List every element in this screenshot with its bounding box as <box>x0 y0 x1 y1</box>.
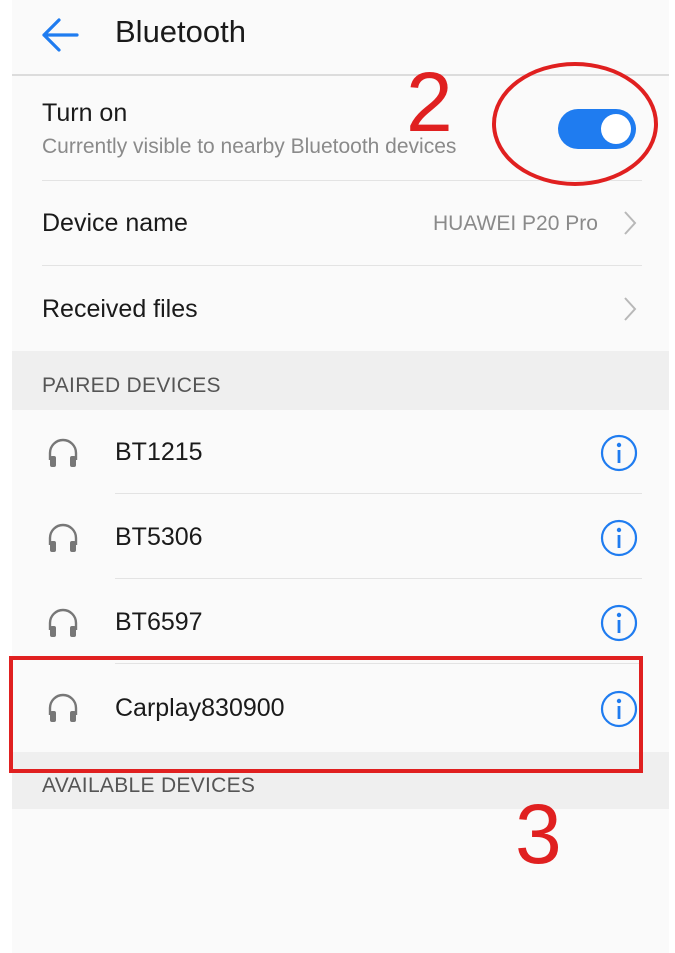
device-name-value: HUAWEI P20 Pro <box>433 212 598 235</box>
info-icon[interactable] <box>599 518 639 558</box>
arrow-left-icon[interactable] <box>40 17 80 53</box>
annotation-box <box>9 656 643 773</box>
received-files-label: Received files <box>42 295 198 323</box>
chevron-right-icon <box>624 211 637 235</box>
headset-icon <box>48 523 78 552</box>
device-name: BT1215 <box>115 438 203 466</box>
info-icon[interactable] <box>599 433 639 473</box>
device-name: BT6597 <box>115 608 203 636</box>
available-devices-label: AVAILABLE DEVICES <box>42 774 256 797</box>
paired-devices-header: PAIRED DEVICES <box>12 351 669 410</box>
info-icon[interactable] <box>599 603 639 643</box>
paired-devices-label: PAIRED DEVICES <box>42 374 221 397</box>
annotation-circle <box>492 62 658 186</box>
device-name-label: Device name <box>42 209 188 237</box>
divider <box>42 265 642 266</box>
turn-on-subtitle: Currently visible to nearby Bluetooth de… <box>42 135 457 158</box>
headset-icon <box>48 438 78 467</box>
page-title: Bluetooth <box>115 14 246 49</box>
annotation-step-2: 2 <box>406 55 453 149</box>
headset-icon <box>48 608 78 637</box>
divider <box>115 493 642 494</box>
chevron-right-icon <box>624 297 637 321</box>
device-name: BT5306 <box>115 523 203 551</box>
divider <box>115 578 642 579</box>
annotation-step-3: 3 <box>515 787 562 881</box>
turn-on-label: Turn on <box>42 99 128 127</box>
